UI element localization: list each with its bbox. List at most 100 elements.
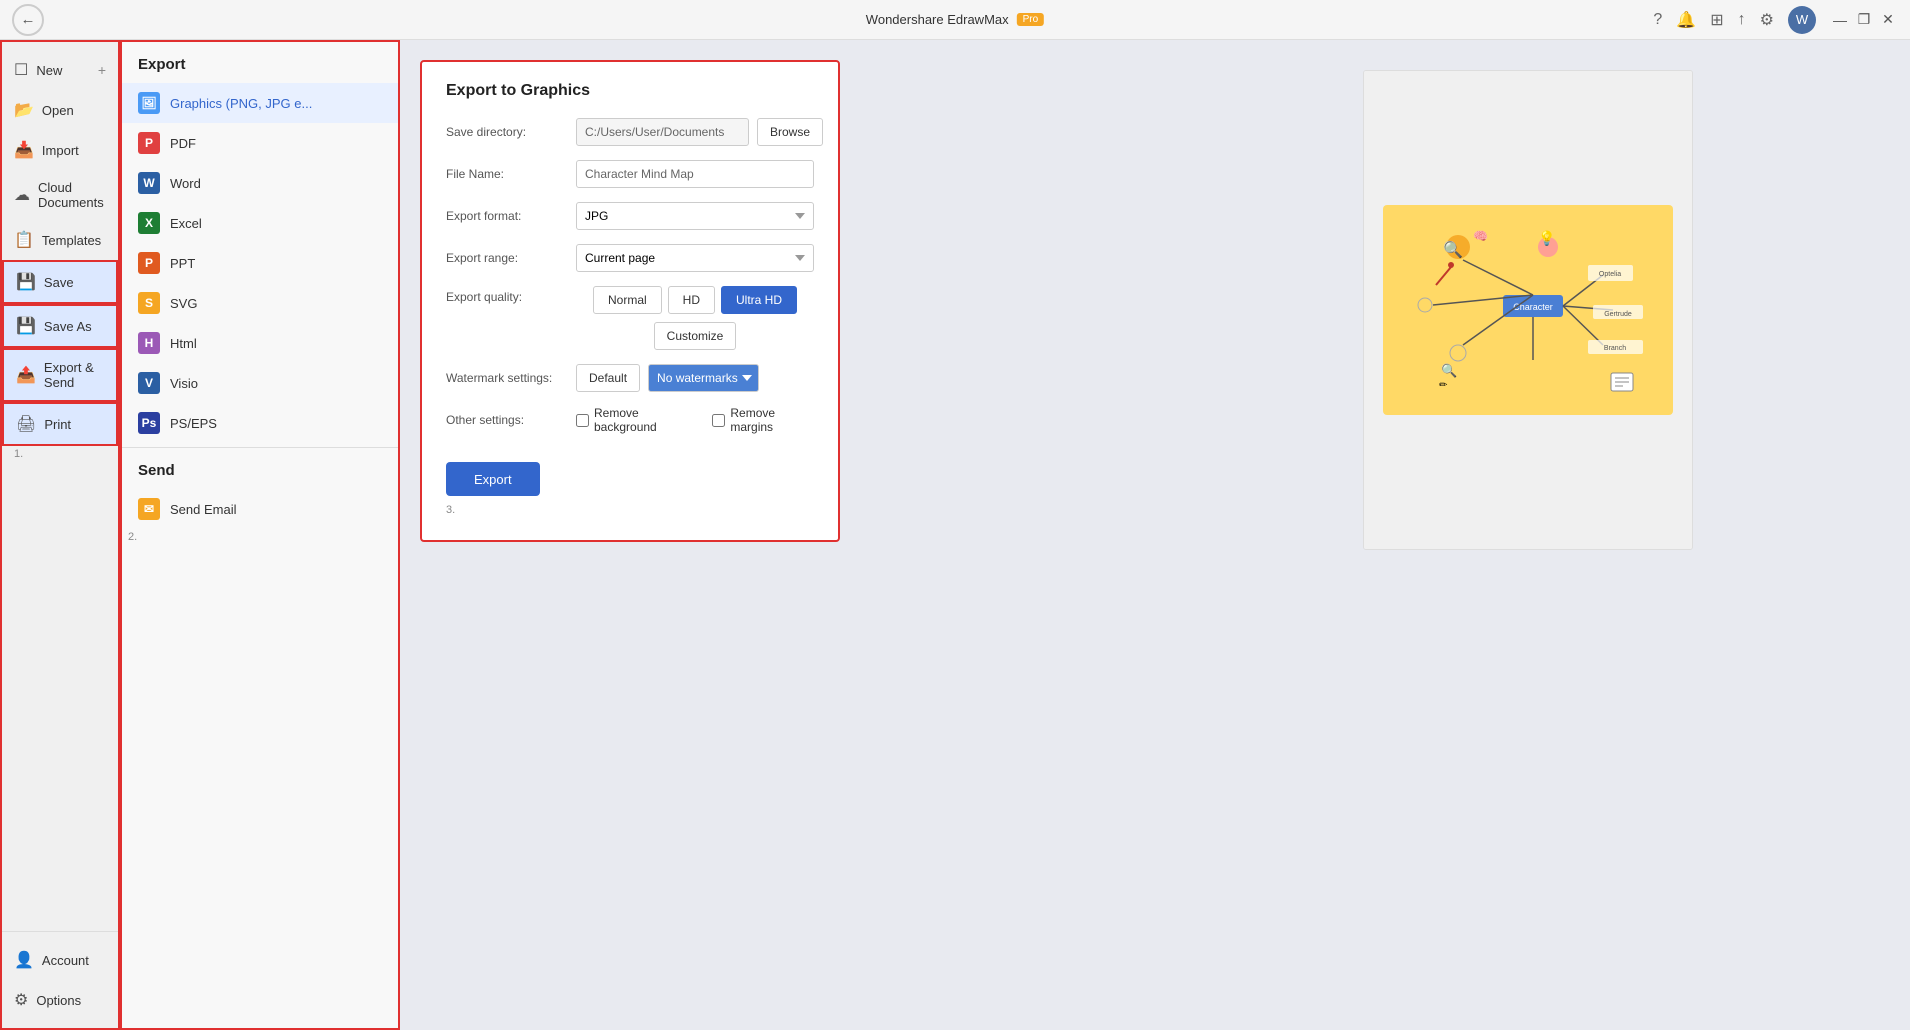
print-icon: 🖨	[16, 414, 36, 434]
sidebar-step-label: 1.	[2, 446, 118, 462]
other-settings-label: Other settings:	[446, 413, 576, 427]
svg-text:Character: Character	[1513, 302, 1553, 312]
export-svg-label: SVG	[170, 296, 197, 311]
sidebar-item-cloud[interactable]: ☁ Cloud Documents	[2, 170, 118, 220]
graphics-icon: 🖼	[138, 92, 160, 114]
export-email-label: Send Email	[170, 502, 236, 517]
options-icon: ⚙	[14, 990, 28, 1010]
other-settings-checkboxes: Remove background Remove margins	[576, 406, 814, 434]
import-icon: 📥	[14, 140, 34, 160]
sidebar-item-options[interactable]: ⚙ Options	[2, 980, 118, 1020]
export-item-pdf[interactable]: P PDF	[122, 123, 398, 163]
watermark-row: Watermark settings: Default No watermark…	[446, 364, 814, 392]
other-settings-row: Other settings: Remove background Remove…	[446, 406, 814, 434]
export-format-control: JPG PNG BMP TIFF SVG	[576, 202, 814, 230]
left-sidebar: ☐ New + 📂 Open 📥 Import ☁ Cloud Document…	[0, 40, 120, 1030]
sidebar-cloud-label: Cloud Documents	[38, 180, 106, 210]
minimize-button[interactable]: —	[1830, 10, 1850, 30]
sidebar-saveas-label: Save As	[44, 319, 92, 334]
sidebar-item-templates[interactable]: 📋 Templates	[2, 220, 118, 260]
sidebar-item-account[interactable]: 👤 Account	[2, 940, 118, 980]
mindmap-svg: Character	[1383, 205, 1673, 415]
file-name-input[interactable]	[576, 160, 814, 188]
remove-background-text: Remove background	[594, 406, 696, 434]
user-avatar[interactable]: W	[1788, 6, 1816, 34]
quality-buttons: Normal HD Ultra HD	[593, 286, 797, 314]
svg-text:Gertrude: Gertrude	[1604, 311, 1632, 318]
export-format-select[interactable]: JPG PNG BMP TIFF SVG	[576, 202, 814, 230]
sidebar-item-import[interactable]: 📥 Import	[2, 130, 118, 170]
app-title: Wondershare EdrawMax	[866, 12, 1009, 27]
export-item-word[interactable]: W Word	[122, 163, 398, 203]
watermark-default-button[interactable]: Default	[576, 364, 640, 392]
export-range-select[interactable]: Current page All pages Selected objects	[576, 244, 814, 272]
sidebar-item-print[interactable]: 🖨 Print	[2, 402, 118, 446]
templates-icon: 📋	[14, 230, 34, 250]
remove-margins-checkbox[interactable]	[712, 414, 725, 427]
quality-ultrahd-button[interactable]: Ultra HD	[721, 286, 797, 314]
send-title: Send	[122, 447, 398, 489]
open-icon: 📂	[14, 100, 34, 120]
main-layout: ☐ New + 📂 Open 📥 Import ☁ Cloud Document…	[0, 40, 1910, 1030]
preview-image: Character	[1364, 71, 1692, 549]
save-as-icon: 💾	[16, 316, 36, 336]
sidebar-export-label: Export & Send	[44, 360, 104, 390]
export-panel: Export 🖼 Graphics (PNG, JPG e... P PDF W…	[120, 40, 400, 1030]
back-button[interactable]: ←	[12, 4, 44, 36]
remove-background-label[interactable]: Remove background	[576, 406, 696, 434]
other-settings-control: Remove background Remove margins	[576, 406, 814, 434]
export-item-html[interactable]: H Html	[122, 323, 398, 363]
export-pdf-label: PDF	[170, 136, 196, 151]
titlebar-center: Wondershare EdrawMax Pro	[866, 12, 1044, 27]
sidebar-item-save[interactable]: 💾 Save	[2, 260, 118, 304]
export-item-svg[interactable]: S SVG	[122, 283, 398, 323]
export-graphics-label: Graphics (PNG, JPG e...	[170, 96, 312, 111]
help-icon[interactable]: ?	[1653, 11, 1662, 29]
watermark-select[interactable]: No watermarks	[648, 364, 759, 392]
maximize-button[interactable]: ❐	[1854, 10, 1874, 30]
sidebar-item-export[interactable]: 📤 Export & Send	[2, 348, 118, 402]
remove-margins-label[interactable]: Remove margins	[712, 406, 814, 434]
panel-step-label: 2.	[122, 529, 398, 545]
remove-background-checkbox[interactable]	[576, 414, 589, 427]
quality-hd-button[interactable]: HD	[668, 286, 715, 314]
sidebar-templates-label: Templates	[42, 233, 101, 248]
notification-icon[interactable]: 🔔	[1676, 10, 1696, 30]
file-name-label: File Name:	[446, 167, 576, 181]
svg-text:🔍: 🔍	[1441, 362, 1457, 378]
svg-text:💡: 💡	[1538, 230, 1555, 247]
export-button[interactable]: Export	[446, 462, 540, 496]
file-name-row: File Name:	[446, 160, 814, 188]
preview-box: Character	[1363, 70, 1693, 550]
quality-normal-button[interactable]: Normal	[593, 286, 662, 314]
settings-icon[interactable]: ⚙	[1760, 10, 1774, 30]
sidebar-item-save-as[interactable]: 💾 Save As	[2, 304, 118, 348]
sidebar-item-open[interactable]: 📂 Open	[2, 90, 118, 130]
export-item-graphics[interactable]: 🖼 Graphics (PNG, JPG e...	[122, 83, 398, 123]
browse-button[interactable]: Browse	[757, 118, 823, 146]
export-word-label: Word	[170, 176, 201, 191]
sidebar-bottom: 👤 Account ⚙ Options	[2, 931, 118, 1020]
export-item-visio[interactable]: V Visio	[122, 363, 398, 403]
save-directory-control: Browse	[576, 118, 823, 146]
save-directory-input[interactable]	[576, 118, 749, 146]
export-item-ppt[interactable]: P PPT	[122, 243, 398, 283]
grid-icon[interactable]: ⊞	[1710, 10, 1723, 30]
upload-icon[interactable]: ↑	[1738, 11, 1746, 29]
customize-button[interactable]: Customize	[654, 322, 737, 350]
dialog-title: Export to Graphics	[446, 82, 814, 100]
export-range-row: Export range: Current page All pages Sel…	[446, 244, 814, 272]
sidebar-import-label: Import	[42, 143, 79, 158]
svg-text:Optelia: Optelia	[1598, 271, 1620, 278]
dialog-box: Export to Graphics Save directory: Brows…	[420, 60, 840, 542]
svg-text:🧠: 🧠	[1473, 229, 1488, 243]
sidebar-item-new[interactable]: ☐ New +	[2, 50, 118, 90]
content-area: Export to Graphics Save directory: Brows…	[400, 40, 1910, 1030]
ps-icon: Ps	[138, 412, 160, 434]
export-item-excel[interactable]: X Excel	[122, 203, 398, 243]
export-item-ps[interactable]: Ps PS/EPS	[122, 403, 398, 443]
cloud-icon: ☁	[14, 185, 30, 205]
export-excel-label: Excel	[170, 216, 202, 231]
export-item-email[interactable]: ✉ Send Email	[122, 489, 398, 529]
close-button[interactable]: ✕	[1878, 10, 1898, 30]
